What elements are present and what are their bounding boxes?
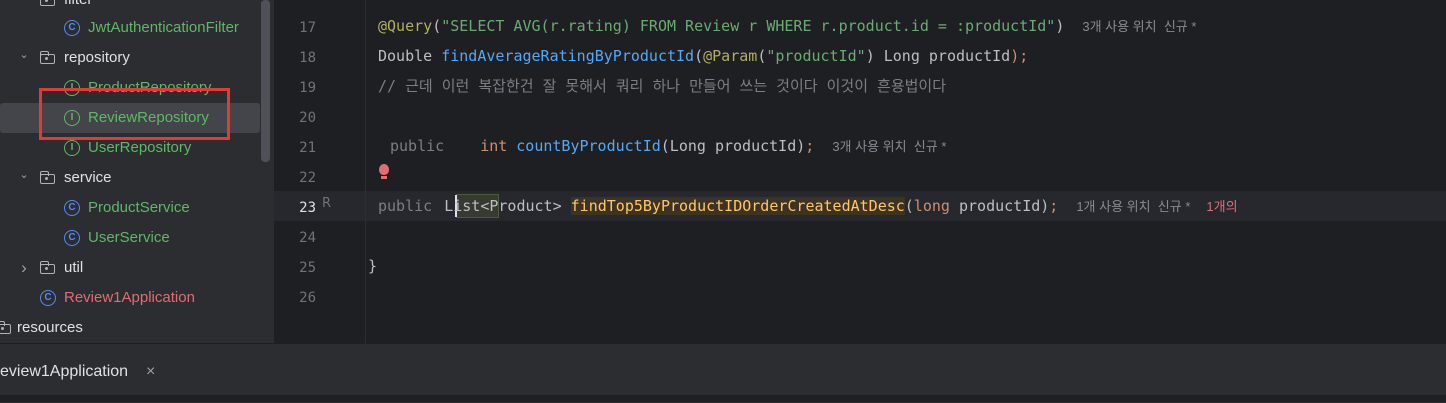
folder-icon: [0, 321, 12, 334]
tree-item-user-service[interactable]: C UserService: [0, 223, 260, 253]
usage-hint[interactable]: 1개 사용 위치 신규 *: [1076, 199, 1190, 214]
annotation-token: @Query: [378, 17, 433, 35]
paren-token: (: [757, 47, 767, 65]
line-number: 19: [299, 80, 316, 96]
folder-icon: [40, 0, 56, 6]
tree-item-label: service: [64, 169, 112, 186]
type-token: List: [444, 197, 481, 215]
code-line-17: @Query("SELECT AVG(r.rating) FROM Review…: [378, 11, 1196, 41]
tree-item-label: Review1Application: [64, 289, 195, 306]
generic-token: <Product>: [480, 197, 571, 215]
error-hint[interactable]: 1개의: [1206, 199, 1237, 214]
chevron-right-icon[interactable]: ›: [18, 253, 30, 283]
paren-token: (: [904, 197, 914, 215]
param-token: productId: [949, 197, 1041, 215]
method-name-token: findTop5ByProductIDOrderCreatedAtDesc: [570, 197, 905, 215]
param-token: ) Long productId: [865, 47, 1011, 65]
line-number: 17: [299, 20, 316, 36]
tree-item-label: JwtAuthenticationFilter: [88, 19, 239, 36]
tree-item-label: ProductService: [88, 199, 190, 216]
method-name-token: countByProductId: [516, 137, 661, 155]
tree-folder-util[interactable]: › util: [0, 253, 260, 283]
line-number-current: 23: [299, 200, 316, 216]
code-line-21: public int countByProductId(Long productId…: [390, 131, 946, 161]
class-icon: C: [64, 20, 80, 36]
line-number: 18: [299, 50, 316, 66]
run-tab-label[interactable]: eview1Application: [0, 358, 128, 386]
lightbulb-icon[interactable]: [376, 163, 392, 183]
code-line-19: // 근데 이런 복잡한건 잘 못해서 쿼리 하나 만들어 쓰는 것이다 이것이…: [378, 71, 946, 101]
usage-hint[interactable]: 3개 사용 위치 신규 *: [832, 139, 946, 154]
semicolon-token: );: [1010, 47, 1029, 65]
line-number: 24: [299, 230, 316, 246]
keyword-token: long: [913, 197, 950, 215]
paren-token: (: [432, 17, 442, 35]
class-icon: C: [64, 230, 80, 246]
semicolon-token: ;: [805, 137, 815, 155]
tree-folder-repository[interactable]: ⌄ repository: [0, 43, 260, 73]
bottom-strip: [0, 395, 1446, 402]
comment-token: // 근데 이런 복잡한건 잘 못해서 쿼리 하나 만들어 쓰는 것이다 이것이…: [378, 77, 947, 95]
spring-app-class-icon: C: [40, 290, 56, 306]
red-highlight-annotation: [39, 88, 230, 140]
type-token: int: [480, 137, 508, 155]
code-line-18: Double findAverageRatingByProductId(@Par…: [378, 41, 1028, 71]
paren-token: ): [1040, 197, 1050, 215]
tree-item-label: util: [64, 259, 84, 276]
chevron-down-icon[interactable]: ⌄: [18, 163, 30, 193]
gutter-separator: [365, 0, 366, 343]
code-line-23: public List<Product> findTop5ByProductID…: [378, 191, 1238, 221]
tree-folder-resources[interactable]: resources: [0, 313, 260, 343]
paren-token: ): [1055, 17, 1065, 35]
string-token: "SELECT AVG(r.rating) FROM Review r WHER…: [441, 17, 1056, 35]
class-icon: C: [64, 200, 80, 216]
params-token: (Long productId): [660, 137, 806, 155]
sidebar-scrollbar[interactable]: [261, 0, 270, 162]
project-tree: filter C JwtAuthenticationFilter ⌄ repos…: [0, 0, 274, 343]
folder-icon: [40, 261, 56, 274]
tree-folder-service[interactable]: ⌄ service: [0, 163, 260, 193]
semicolon-token: ;: [1049, 197, 1059, 215]
run-tool-window: eview1Application ×: [0, 343, 1446, 403]
folder-icon: [40, 171, 56, 184]
tree-item-label: repository: [64, 49, 130, 66]
close-icon[interactable]: ×: [146, 358, 155, 386]
tree-item-label: UserService: [88, 229, 170, 246]
brace-token: }: [368, 257, 378, 275]
code-line-25: }: [368, 251, 377, 281]
modifier-token: public: [390, 137, 445, 155]
annotation-token: @Param: [703, 47, 758, 65]
string-token: "productId": [766, 47, 866, 65]
line-number: 22: [299, 170, 316, 186]
line-number: 25: [299, 260, 316, 276]
usage-hint[interactable]: 3개 사용 위치 신규 *: [1082, 19, 1196, 34]
modifier-token: public: [378, 197, 442, 215]
interface-icon: I: [64, 140, 80, 156]
paren-token: (: [694, 47, 704, 65]
line-number: 26: [299, 290, 316, 306]
method-name-token: findAverageRatingByProductId: [441, 47, 695, 65]
folder-icon: [40, 51, 56, 64]
type-token: Double: [378, 47, 442, 65]
tree-item-label: resources: [17, 319, 83, 336]
implements-gutter-icon[interactable]: R: [322, 196, 331, 211]
tree-item-jwt-filter[interactable]: C JwtAuthenticationFilter: [0, 13, 260, 43]
line-number: 21: [299, 140, 316, 156]
line-number: 20: [299, 110, 316, 126]
tree-item-product-service[interactable]: C ProductService: [0, 193, 260, 223]
tree-item-review1-application[interactable]: C Review1Application: [0, 283, 260, 313]
chevron-down-icon[interactable]: ⌄: [18, 43, 30, 73]
